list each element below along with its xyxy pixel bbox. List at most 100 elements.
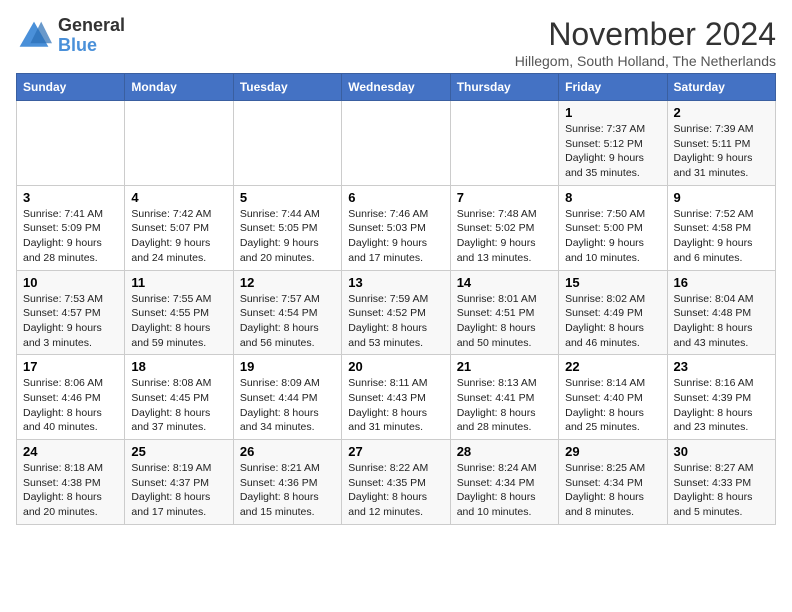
day-number: 28 (457, 444, 552, 459)
day-info: Sunrise: 8:24 AM Sunset: 4:34 PM Dayligh… (457, 461, 552, 520)
calendar-cell: 2 Sunrise: 7:39 AM Sunset: 5:11 PM Daylig… (667, 101, 775, 186)
day-number: 5 (240, 190, 335, 205)
day-info: Sunrise: 7:55 AM Sunset: 4:55 PM Dayligh… (131, 292, 226, 351)
day-info: Sunrise: 8:06 AM Sunset: 4:46 PM Dayligh… (23, 376, 118, 435)
day-info: Sunrise: 8:02 AM Sunset: 4:49 PM Dayligh… (565, 292, 660, 351)
day-number: 14 (457, 275, 552, 290)
day-number: 25 (131, 444, 226, 459)
day-info: Sunrise: 7:52 AM Sunset: 4:58 PM Dayligh… (674, 207, 769, 266)
day-number: 17 (23, 359, 118, 374)
day-info: Sunrise: 8:27 AM Sunset: 4:33 PM Dayligh… (674, 461, 769, 520)
day-info: Sunrise: 8:14 AM Sunset: 4:40 PM Dayligh… (565, 376, 660, 435)
day-number: 30 (674, 444, 769, 459)
day-number: 16 (674, 275, 769, 290)
calendar-cell: 8 Sunrise: 7:50 AM Sunset: 5:00 PM Daylig… (559, 185, 667, 270)
day-info: Sunrise: 7:46 AM Sunset: 5:03 PM Dayligh… (348, 207, 443, 266)
calendar-week-row: 10Sunrise: 7:53 AM Sunset: 4:57 PM Dayli… (17, 270, 776, 355)
calendar-cell: 15 Sunrise: 8:02 AM Sunset: 4:49 PM Dayli… (559, 270, 667, 355)
day-info: Sunrise: 8:18 AM Sunset: 4:38 PM Dayligh… (23, 461, 118, 520)
day-number: 19 (240, 359, 335, 374)
day-number: 22 (565, 359, 660, 374)
day-number: 20 (348, 359, 443, 374)
calendar-cell: 1 Sunrise: 7:37 AM Sunset: 5:12 PM Daylig… (559, 101, 667, 186)
calendar-cell: 24 Sunrise: 8:18 AM Sunset: 4:38 PM Dayli… (17, 440, 125, 525)
calendar-cell (125, 101, 233, 186)
day-number: 2 (674, 105, 769, 120)
day-number: 6 (348, 190, 443, 205)
day-number: 8 (565, 190, 660, 205)
day-info: Sunrise: 7:37 AM Sunset: 5:12 PM Dayligh… (565, 122, 660, 181)
day-info: Sunrise: 7:48 AM Sunset: 5:02 PM Dayligh… (457, 207, 552, 266)
day-number: 15 (565, 275, 660, 290)
logo-line1: General (58, 16, 125, 36)
calendar-day-header: Monday (125, 74, 233, 101)
day-number: 27 (348, 444, 443, 459)
day-info: Sunrise: 8:22 AM Sunset: 4:35 PM Dayligh… (348, 461, 443, 520)
day-number: 12 (240, 275, 335, 290)
day-number: 23 (674, 359, 769, 374)
day-info: Sunrise: 7:53 AM Sunset: 4:57 PM Dayligh… (23, 292, 118, 351)
logo: General Blue (16, 16, 125, 56)
calendar-cell: 26 Sunrise: 8:21 AM Sunset: 4:36 PM Dayli… (233, 440, 341, 525)
calendar-day-header: Tuesday (233, 74, 341, 101)
day-number: 7 (457, 190, 552, 205)
day-info: Sunrise: 7:57 AM Sunset: 4:54 PM Dayligh… (240, 292, 335, 351)
location-title: Hillegom, South Holland, The Netherlands (515, 53, 776, 69)
header: General Blue November 2024 Hillegom, Sou… (16, 16, 776, 69)
day-number: 3 (23, 190, 118, 205)
day-number: 21 (457, 359, 552, 374)
day-number: 9 (674, 190, 769, 205)
calendar-cell: 18 Sunrise: 8:08 AM Sunset: 4:45 PM Dayli… (125, 355, 233, 440)
calendar-header-row: SundayMondayTuesdayWednesdayThursdayFrid… (17, 74, 776, 101)
calendar-cell: 23 Sunrise: 8:16 AM Sunset: 4:39 PM Dayli… (667, 355, 775, 440)
day-info: Sunrise: 8:21 AM Sunset: 4:36 PM Dayligh… (240, 461, 335, 520)
calendar-body: 1 Sunrise: 7:37 AM Sunset: 5:12 PM Daylig… (17, 101, 776, 525)
calendar-day-header: Sunday (17, 74, 125, 101)
day-number: 13 (348, 275, 443, 290)
calendar-week-row: 17 Sunrise: 8:06 AM Sunset: 4:46 PM Dayli… (17, 355, 776, 440)
calendar-day-header: Saturday (667, 74, 775, 101)
day-info: Sunrise: 8:09 AM Sunset: 4:44 PM Dayligh… (240, 376, 335, 435)
calendar-day-header: Wednesday (342, 74, 450, 101)
day-info: Sunrise: 7:41 AM Sunset: 5:09 PM Dayligh… (23, 207, 118, 266)
day-number: 18 (131, 359, 226, 374)
calendar-cell: 28 Sunrise: 8:24 AM Sunset: 4:34 PM Dayli… (450, 440, 558, 525)
calendar-cell (233, 101, 341, 186)
day-info: Sunrise: 7:50 AM Sunset: 5:00 PM Dayligh… (565, 207, 660, 266)
calendar-cell: 13Sunrise: 7:59 AM Sunset: 4:52 PM Dayli… (342, 270, 450, 355)
day-number: 26 (240, 444, 335, 459)
day-info: Sunrise: 8:13 AM Sunset: 4:41 PM Dayligh… (457, 376, 552, 435)
calendar-cell: 11Sunrise: 7:55 AM Sunset: 4:55 PM Dayli… (125, 270, 233, 355)
calendar-cell: 29Sunrise: 8:25 AM Sunset: 4:34 PM Dayli… (559, 440, 667, 525)
day-number: 4 (131, 190, 226, 205)
logo-line2: Blue (58, 36, 125, 56)
calendar-cell: 12 Sunrise: 7:57 AM Sunset: 4:54 PM Dayli… (233, 270, 341, 355)
calendar-cell: 25 Sunrise: 8:19 AM Sunset: 4:37 PM Dayli… (125, 440, 233, 525)
calendar-cell: 7 Sunrise: 7:48 AM Sunset: 5:02 PM Daylig… (450, 185, 558, 270)
calendar-cell: 22 Sunrise: 8:14 AM Sunset: 4:40 PM Dayli… (559, 355, 667, 440)
calendar-week-row: 1 Sunrise: 7:37 AM Sunset: 5:12 PM Daylig… (17, 101, 776, 186)
title-area: November 2024 Hillegom, South Holland, T… (515, 16, 776, 69)
calendar-cell: 5Sunrise: 7:44 AM Sunset: 5:05 PM Daylig… (233, 185, 341, 270)
day-info: Sunrise: 7:39 AM Sunset: 5:11 PM Dayligh… (674, 122, 769, 181)
calendar-week-row: 24 Sunrise: 8:18 AM Sunset: 4:38 PM Dayli… (17, 440, 776, 525)
calendar-cell (342, 101, 450, 186)
day-info: Sunrise: 8:19 AM Sunset: 4:37 PM Dayligh… (131, 461, 226, 520)
calendar-cell: 10Sunrise: 7:53 AM Sunset: 4:57 PM Dayli… (17, 270, 125, 355)
logo-text: General Blue (58, 16, 125, 56)
calendar-cell: 14 Sunrise: 8:01 AM Sunset: 4:51 PM Dayli… (450, 270, 558, 355)
calendar-cell: 20Sunrise: 8:11 AM Sunset: 4:43 PM Dayli… (342, 355, 450, 440)
day-number: 24 (23, 444, 118, 459)
day-info: Sunrise: 7:42 AM Sunset: 5:07 PM Dayligh… (131, 207, 226, 266)
day-number: 1 (565, 105, 660, 120)
day-info: Sunrise: 8:08 AM Sunset: 4:45 PM Dayligh… (131, 376, 226, 435)
day-info: Sunrise: 8:01 AM Sunset: 4:51 PM Dayligh… (457, 292, 552, 351)
day-number: 29 (565, 444, 660, 459)
day-info: Sunrise: 8:16 AM Sunset: 4:39 PM Dayligh… (674, 376, 769, 435)
logo-icon (16, 18, 52, 54)
calendar-day-header: Friday (559, 74, 667, 101)
calendar-cell: 30 Sunrise: 8:27 AM Sunset: 4:33 PM Dayli… (667, 440, 775, 525)
calendar-week-row: 3 Sunrise: 7:41 AM Sunset: 5:09 PM Daylig… (17, 185, 776, 270)
calendar-cell: 4 Sunrise: 7:42 AM Sunset: 5:07 PM Daylig… (125, 185, 233, 270)
calendar-cell (17, 101, 125, 186)
